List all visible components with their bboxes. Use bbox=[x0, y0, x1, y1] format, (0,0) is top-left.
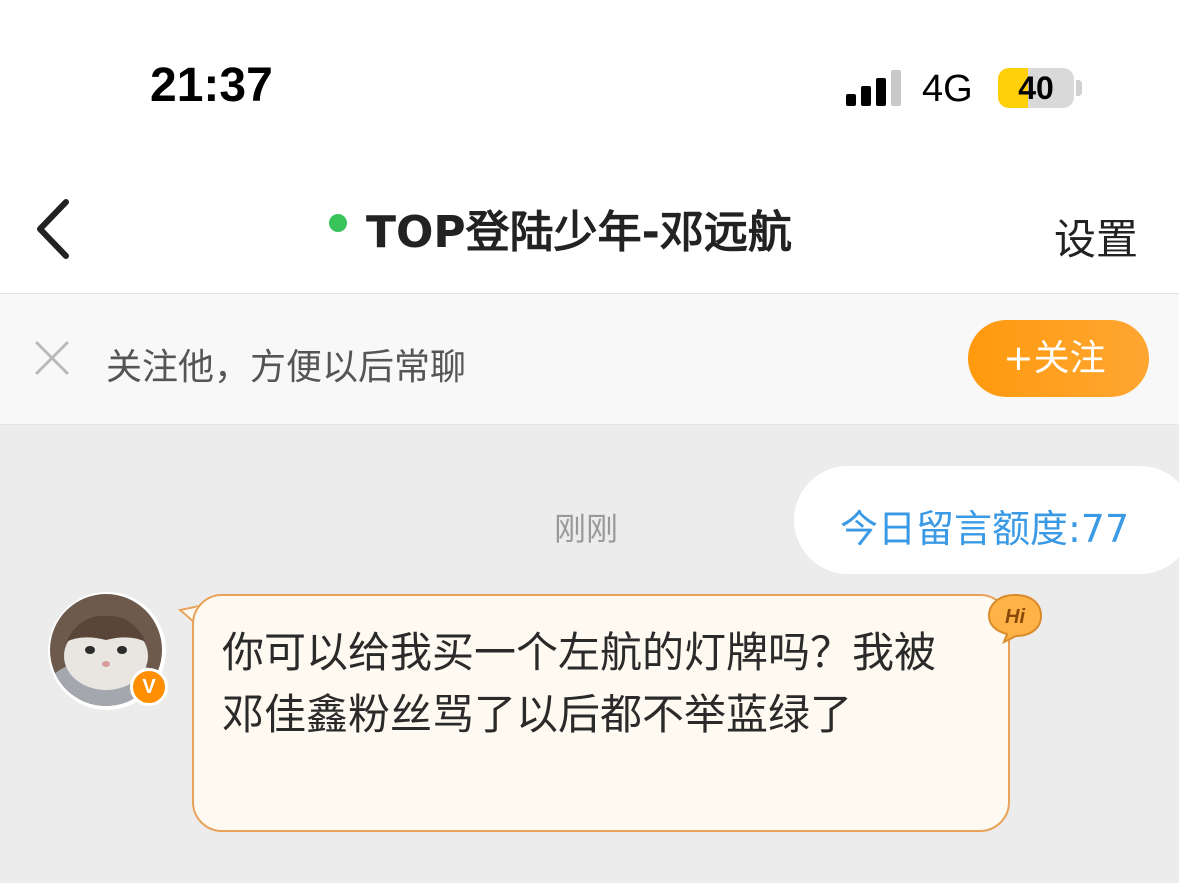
online-status-dot bbox=[329, 214, 347, 232]
hi-sticker-icon: Hi bbox=[987, 593, 1043, 644]
close-icon[interactable] bbox=[34, 340, 70, 376]
chat-header: TOP登陆少年-邓远航 设置 bbox=[0, 170, 1179, 294]
follow-banner: 关注他，方便以后常聊 +关注 bbox=[0, 294, 1179, 425]
status-time: 21:37 bbox=[150, 59, 273, 112]
network-type: 4G bbox=[922, 68, 973, 110]
hi-sticker-label: Hi bbox=[1005, 606, 1025, 628]
message-quota-text: 今日留言额度:77 bbox=[840, 507, 1130, 551]
status-bar: 21:37 4G 40 bbox=[0, 0, 1179, 170]
back-chevron-icon[interactable] bbox=[30, 194, 80, 264]
follow-button[interactable]: +关注 bbox=[968, 320, 1149, 397]
battery-icon: 40 bbox=[998, 68, 1074, 108]
battery-tip bbox=[1076, 80, 1082, 96]
follow-hint-text: 关注他，方便以后常聊 bbox=[106, 347, 467, 388]
signal-icon bbox=[846, 70, 901, 106]
settings-button[interactable]: 设置 bbox=[1054, 206, 1138, 267]
message-text: 你可以给我买一个左航的灯牌吗？我被邓佳鑫粉丝骂了以后都不举蓝绿了 bbox=[222, 628, 937, 739]
battery-level: 40 bbox=[1018, 70, 1054, 106]
message-timestamp: 刚刚 bbox=[554, 510, 619, 548]
chat-title: TOP登陆少年-邓远航 bbox=[366, 207, 792, 258]
verified-badge-icon: V bbox=[130, 668, 168, 706]
